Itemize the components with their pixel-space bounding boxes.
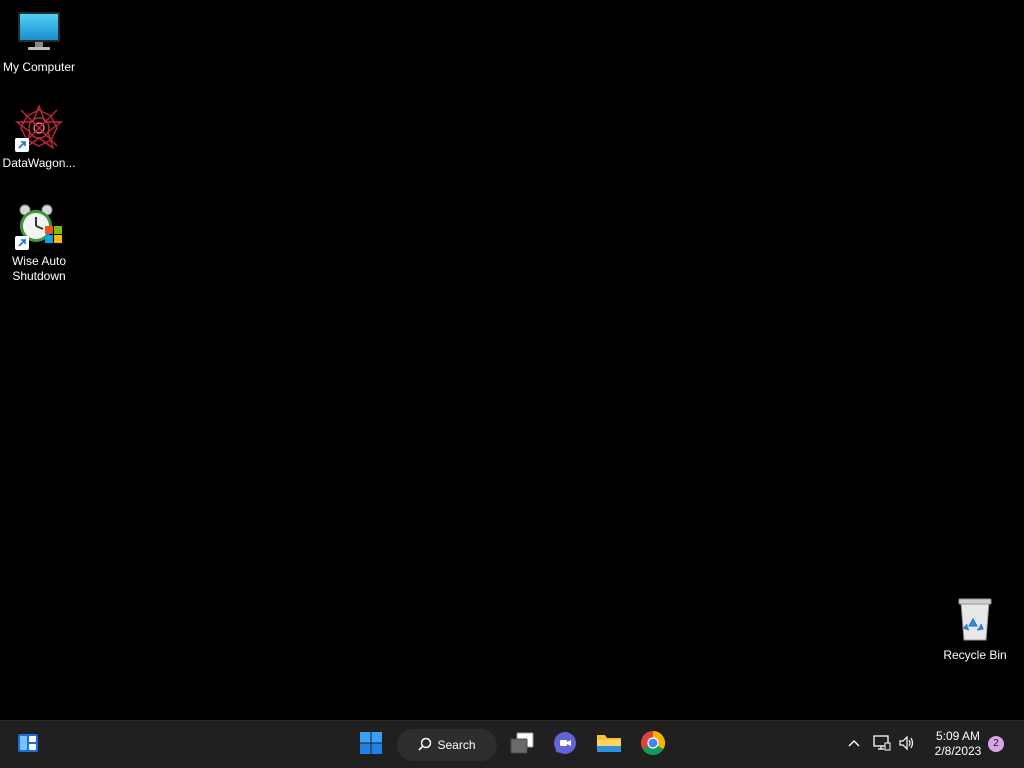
chrome-icon: [640, 730, 666, 761]
volume-icon: [898, 735, 916, 756]
network-button[interactable]: [870, 733, 894, 757]
desktop-icon-my-computer[interactable]: My Computer: [0, 8, 78, 75]
network-icon: [873, 734, 891, 756]
clock-time: 5:09 AM: [935, 729, 981, 743]
desktop-icon-datawagon[interactable]: DataWagon...: [0, 104, 78, 171]
desktop-icon-label: Recycle Bin: [943, 648, 1007, 662]
chevron-up-icon: [847, 736, 861, 755]
widgets-icon: [16, 731, 40, 760]
desktop-icon-wise-auto-shutdown[interactable]: Wise Auto Shutdown: [0, 202, 78, 284]
search-icon: [418, 737, 437, 754]
teams-chat-icon: [552, 730, 578, 761]
desktop-icon-label: DataWagon...: [2, 156, 76, 170]
chrome-button[interactable]: [635, 727, 671, 763]
start-button[interactable]: [353, 727, 389, 763]
monitor-icon: [15, 8, 63, 56]
search-label: Search: [437, 738, 476, 752]
chat-button[interactable]: [547, 727, 583, 763]
widgets-button[interactable]: [10, 727, 46, 763]
datawagon-icon: [15, 104, 63, 152]
search-box[interactable]: Search: [397, 729, 497, 761]
task-view-button[interactable]: [504, 727, 540, 763]
shortcut-arrow-icon: [15, 138, 29, 152]
desktop-icon-recycle-bin[interactable]: Recycle Bin: [936, 596, 1014, 663]
volume-button[interactable]: [895, 733, 919, 757]
show-hidden-icons-button[interactable]: [842, 733, 866, 757]
desktop: My Computer DataWagon... Wise Auto Shutd…: [0, 0, 1024, 720]
shortcut-arrow-icon: [15, 236, 29, 250]
desktop-icon-label: Wise Auto Shutdown: [11, 254, 67, 283]
notification-badge[interactable]: 2: [988, 736, 1004, 752]
alarm-clock-icon: [15, 202, 63, 250]
file-explorer-button[interactable]: [591, 727, 627, 763]
desktop-icon-label: My Computer: [2, 60, 76, 74]
recycle-bin-icon: [951, 596, 999, 644]
taskbar: Search 5:09 AM 2/8/2023: [0, 720, 1024, 768]
task-view-icon: [509, 731, 535, 760]
file-explorer-icon: [596, 731, 622, 760]
windows-logo-icon: [359, 731, 383, 760]
clock[interactable]: 5:09 AM 2/8/2023: [924, 729, 992, 759]
clock-date: 2/8/2023: [934, 744, 982, 758]
